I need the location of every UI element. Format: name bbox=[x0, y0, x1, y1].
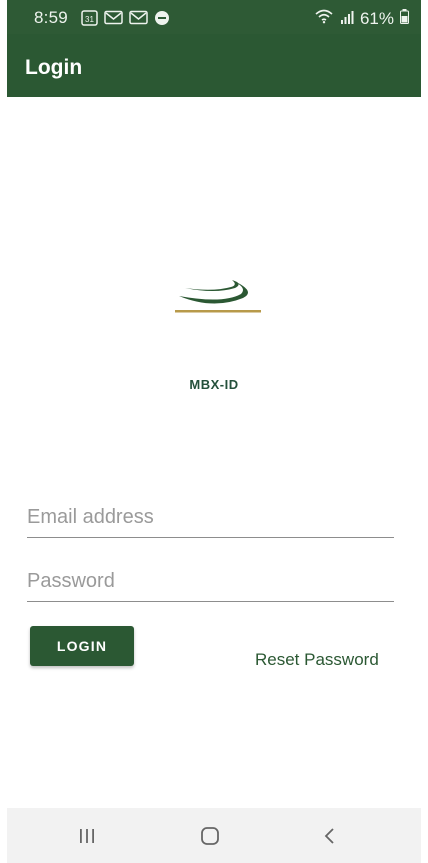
battery-percent: 61% bbox=[359, 8, 394, 28]
wifi-icon bbox=[314, 8, 334, 29]
recent-apps-icon bbox=[80, 828, 94, 843]
login-button[interactable]: LOGIN bbox=[30, 626, 134, 666]
home-button[interactable] bbox=[170, 808, 250, 863]
email-field[interactable] bbox=[27, 503, 394, 531]
system-icons: 61% bbox=[314, 8, 409, 29]
status-bar: 8:59 31 61% bbox=[7, 0, 421, 34]
status-time: 8:59 bbox=[34, 8, 68, 27]
calendar-day: 31 bbox=[85, 15, 94, 24]
messages-icon bbox=[154, 10, 170, 31]
home-icon bbox=[201, 826, 219, 845]
recent-apps-button[interactable] bbox=[47, 808, 127, 863]
app-screen: 8:59 31 61% Login MBX-ID Email address L… bbox=[7, 0, 421, 863]
signal-icon bbox=[340, 9, 354, 29]
app-logo bbox=[165, 265, 261, 317]
navigation-bar bbox=[7, 808, 421, 863]
email-underline bbox=[27, 537, 394, 538]
gmail-icon bbox=[129, 10, 148, 30]
back-icon bbox=[324, 827, 334, 844]
password-field-container bbox=[27, 567, 394, 602]
calendar-icon: 31 bbox=[81, 9, 98, 31]
page-title: Login bbox=[25, 56, 83, 79]
reset-password-link[interactable]: Reset Password bbox=[255, 650, 379, 670]
password-underline bbox=[27, 601, 394, 602]
app-name-label: MBX-ID bbox=[189, 377, 239, 392]
battery-icon bbox=[400, 8, 409, 29]
back-button[interactable] bbox=[290, 808, 370, 863]
gmail-icon bbox=[104, 10, 123, 30]
password-field[interactable] bbox=[27, 567, 394, 595]
app-bar: Login bbox=[7, 34, 421, 97]
notification-icons: 31 bbox=[81, 9, 170, 31]
logo-swoosh-icon bbox=[175, 280, 261, 313]
email-field-container bbox=[27, 503, 394, 538]
